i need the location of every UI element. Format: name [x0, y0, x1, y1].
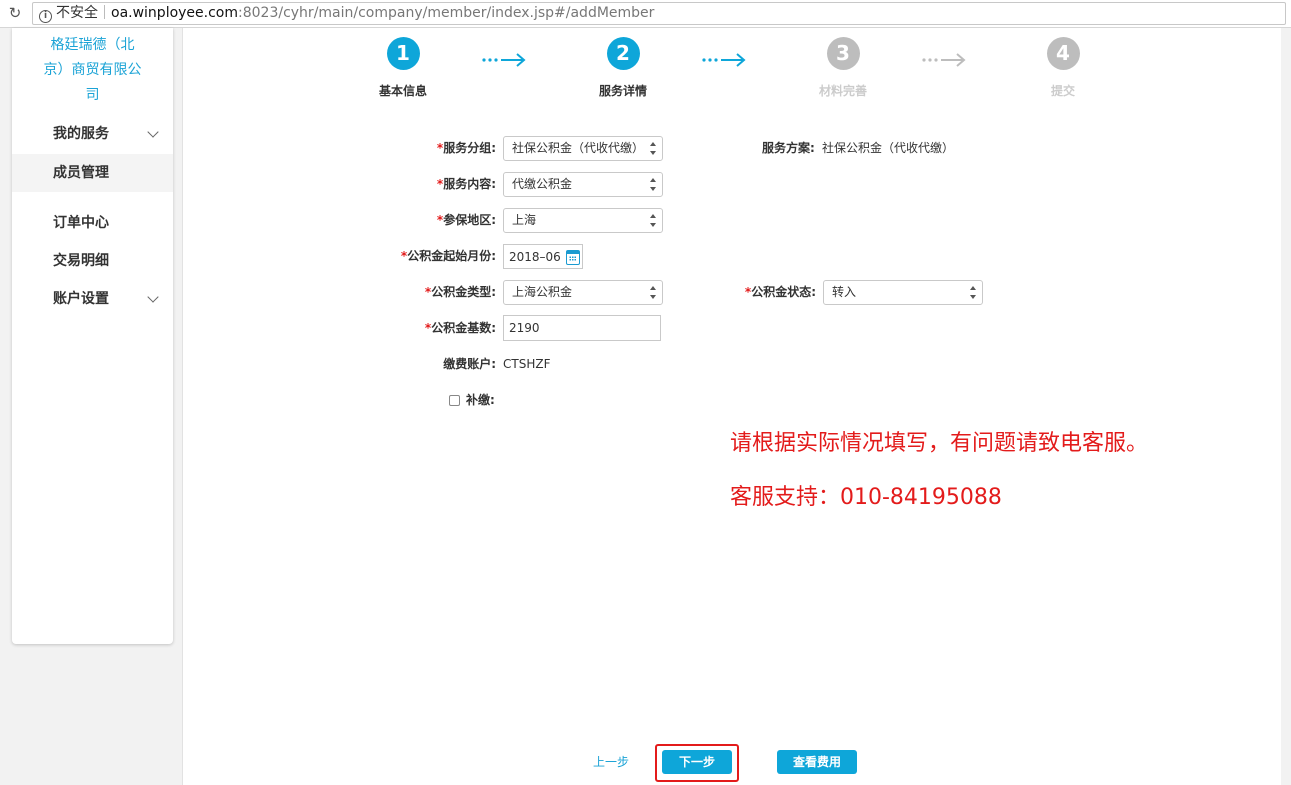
- start-month-label: *公积金起始月份:: [400, 249, 496, 263]
- sidebar-item-transactions[interactable]: 交易明细: [12, 242, 173, 280]
- service-group-label: *服务分组:: [436, 141, 496, 155]
- view-fee-button[interactable]: 查看费用: [777, 750, 857, 774]
- service-content-label: *服务内容:: [436, 177, 496, 191]
- step-label: 材料完善: [818, 84, 867, 98]
- select-value: 社保公积金（代收代缴）: [512, 141, 645, 155]
- select-arrows-icon: [650, 214, 658, 227]
- region-select[interactable]: 上海: [503, 208, 663, 233]
- sidebar-item-label: 账户设置: [53, 291, 109, 307]
- select-value: 上海: [512, 213, 537, 227]
- reload-icon[interactable]: ↻: [6, 4, 24, 22]
- select-arrows-icon: [650, 142, 658, 155]
- step-number: 4: [1046, 37, 1080, 70]
- select-arrows-icon: [650, 178, 658, 191]
- sidebar-item-label: 我的服务: [53, 126, 109, 142]
- next-step-button[interactable]: 下一步: [662, 750, 732, 774]
- chevron-down-icon: [147, 126, 159, 138]
- sidebar-item-label: 订单中心: [53, 215, 109, 231]
- back-pay-checkbox[interactable]: [449, 395, 460, 406]
- sidebar-item-my-services[interactable]: 我的服务: [12, 115, 173, 153]
- prev-step-link[interactable]: 上一步: [593, 753, 629, 770]
- security-label: 不安全: [56, 5, 98, 21]
- step-3: 3 材料完善: [803, 37, 883, 99]
- sidebar-item-label: 成员管理: [53, 165, 109, 181]
- arrow-right-icon: [922, 53, 966, 67]
- arrow-right-icon: [482, 53, 526, 67]
- info-icon[interactable]: i: [39, 10, 52, 23]
- url-path: :8023/cyhr/main/company/member/index.jsp…: [238, 5, 655, 21]
- fund-type-label: *公积金类型:: [424, 285, 496, 299]
- payment-account-label: 缴费账户:: [443, 357, 496, 371]
- url-host: oa.winployee.com: [111, 5, 239, 21]
- sidebar-item-member-management[interactable]: 成员管理: [12, 154, 173, 192]
- sidebar-item-account-settings[interactable]: 账户设置: [12, 280, 173, 318]
- arrow-right-icon: [702, 53, 746, 67]
- fund-type-select[interactable]: 上海公积金: [503, 280, 663, 305]
- start-month-input[interactable]: 2018–06: [503, 244, 583, 269]
- notice-support-phone: 客服支持：010-84195088: [730, 485, 1002, 510]
- sidebar: 格廷瑞德（北京）商贸有限公司 我的服务 成员管理 订单中心 交易明细 账户设置: [12, 28, 173, 644]
- step-4: 4 提交: [1023, 37, 1103, 99]
- select-value: 转入: [832, 285, 857, 299]
- company-name: 格廷瑞德（北京）商贸有限公司: [43, 37, 142, 103]
- sidebar-item-label: 交易明细: [53, 253, 109, 269]
- browser-address-bar: ↻ i 不安全 oa.winployee.com:8023/cyhr/main/co…: [0, 0, 1291, 28]
- service-content-select[interactable]: 代缴公积金: [503, 172, 663, 197]
- select-arrows-icon: [650, 286, 658, 299]
- service-plan-label: 服务方案:: [762, 141, 815, 155]
- fund-base-label: *公积金基数:: [424, 321, 496, 335]
- main-panel: 1 基本信息 2 服务详情 3 材料完善 4 提交 *服务分组: 社保公积金（代…: [183, 28, 1281, 785]
- back-pay-label: 补缴:: [466, 393, 495, 407]
- fund-status-label: *公积金状态:: [744, 285, 816, 299]
- step-2: 2 服务详情: [583, 37, 663, 99]
- select-arrows-icon: [970, 286, 978, 299]
- step-label: 基本信息: [378, 84, 427, 98]
- select-value: 上海公积金: [512, 285, 573, 299]
- fund-base-input[interactable]: 2190: [503, 315, 661, 341]
- payment-account-value: CTSHZF: [503, 357, 551, 371]
- select-value: 代缴公积金: [512, 177, 573, 191]
- url-separator: [104, 5, 105, 19]
- service-plan-value: 社保公积金（代收代缴）: [822, 141, 955, 155]
- service-group-select[interactable]: 社保公积金（代收代缴）: [503, 136, 663, 161]
- url-field[interactable]: i 不安全 oa.winployee.com:8023/cyhr/main/comp…: [32, 2, 1286, 25]
- step-number: 1: [386, 37, 420, 70]
- step-1: 1 基本信息: [363, 37, 443, 99]
- calendar-icon[interactable]: [566, 250, 580, 265]
- step-label: 服务详情: [598, 84, 647, 98]
- region-label: *参保地区:: [436, 213, 496, 227]
- step-number: 2: [606, 37, 640, 70]
- input-value: 2190: [509, 321, 540, 335]
- input-value: 2018–06: [509, 250, 561, 264]
- notice-fill-info: 请根据实际情况填写，有问题请致电客服。: [730, 431, 1149, 456]
- fund-status-select[interactable]: 转入: [823, 280, 983, 305]
- step-number: 3: [826, 37, 860, 70]
- chevron-down-icon: [147, 291, 159, 303]
- step-label: 提交: [1050, 84, 1075, 98]
- sidebar-item-order-center[interactable]: 订单中心: [12, 204, 173, 242]
